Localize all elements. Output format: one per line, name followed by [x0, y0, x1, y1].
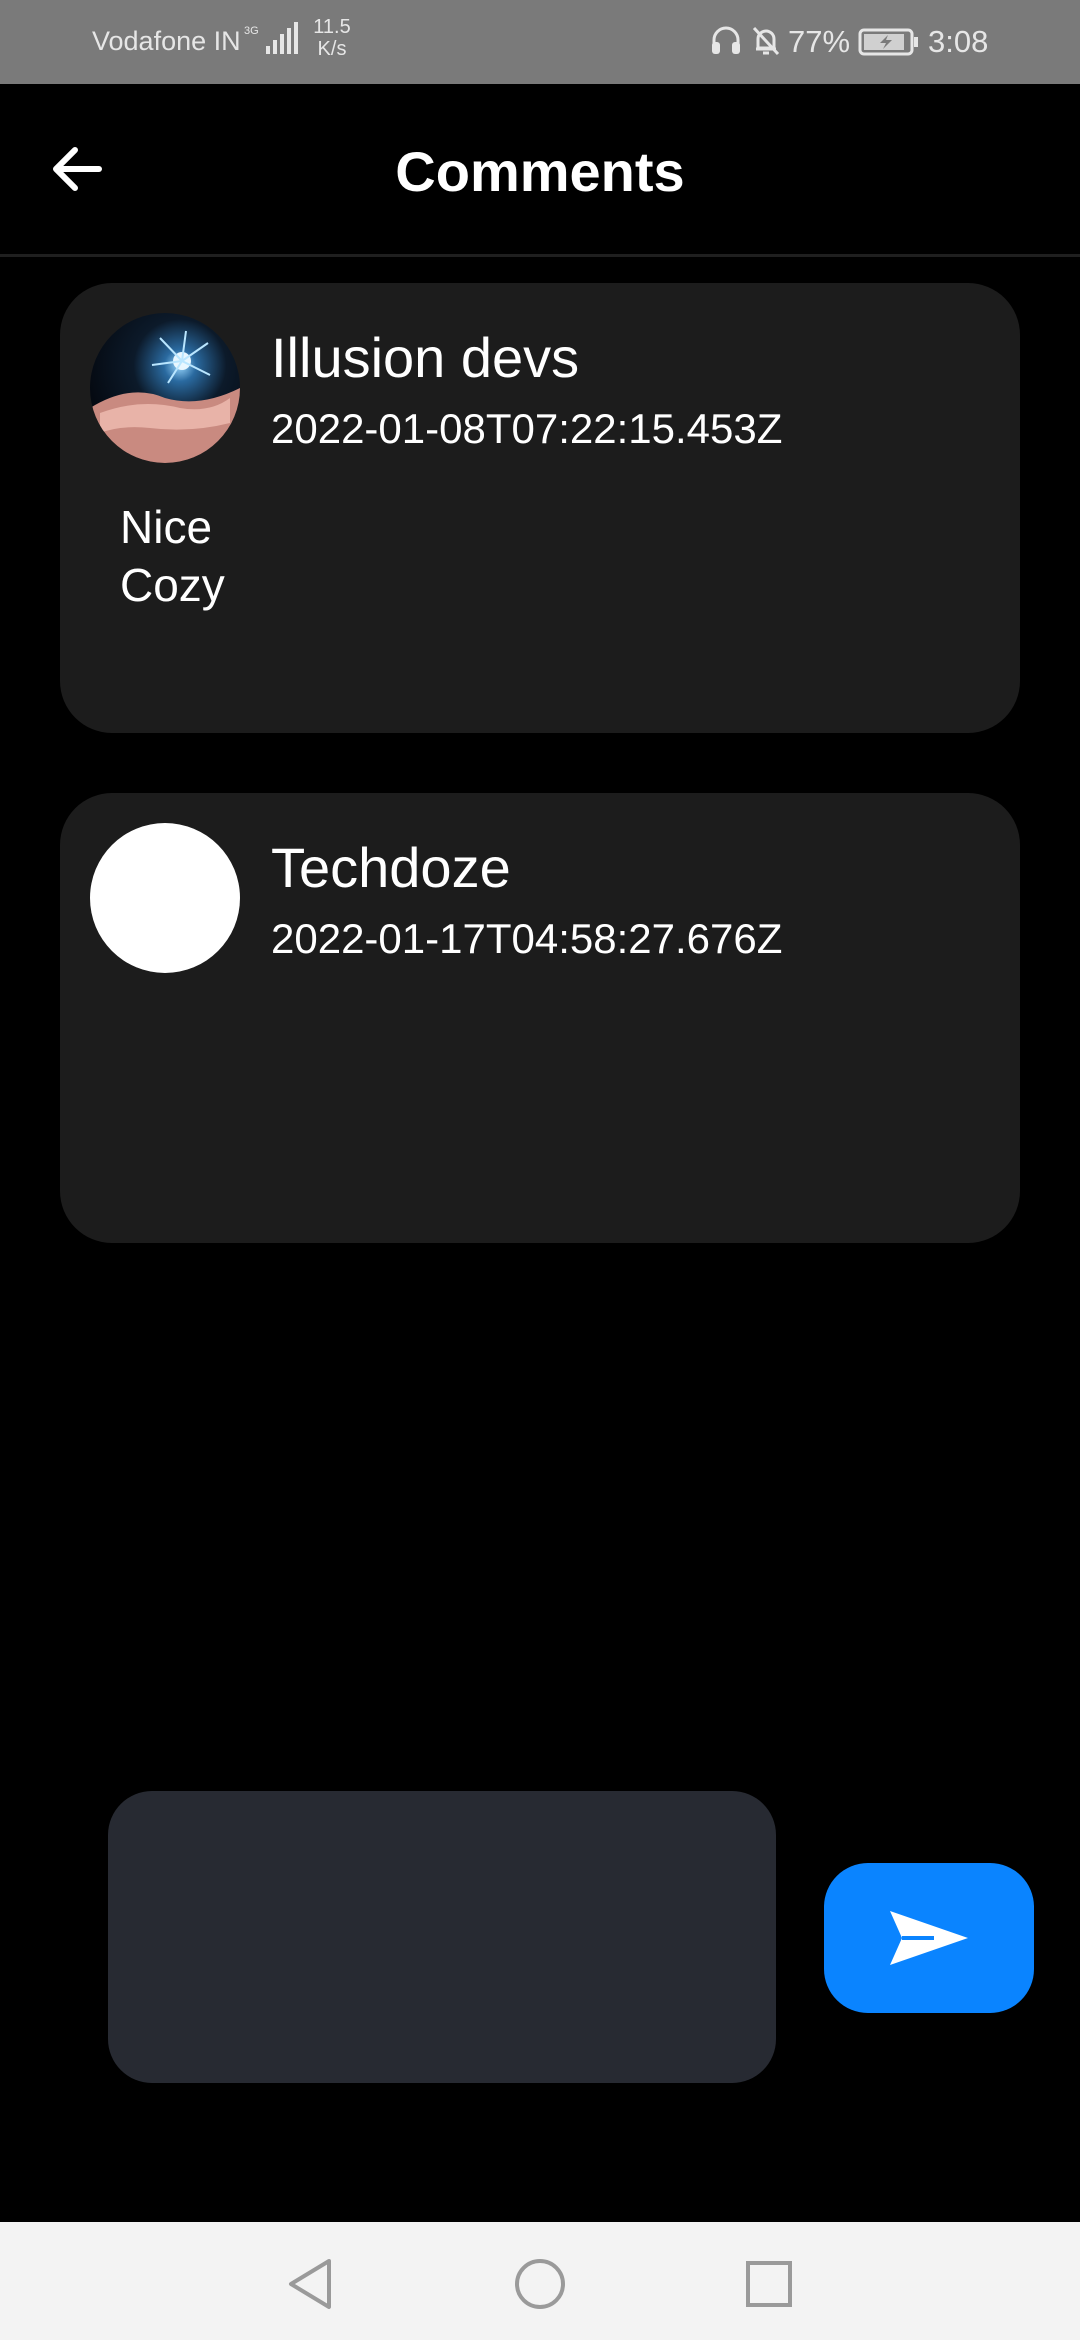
nav-recents-button[interactable]	[741, 2256, 797, 2312]
comment-text-line: Nice	[120, 501, 213, 553]
battery-percent: 77%	[788, 24, 851, 59]
battery-charging-icon	[858, 27, 920, 62]
comment-date: 2022-01-17T04:58:27.676Z	[271, 915, 783, 962]
net-speed: 11.5 K/s	[306, 16, 358, 60]
network-type-label: 3G	[244, 25, 259, 37]
comment-date: 2022-01-08T07:22:15.453Z	[271, 405, 783, 452]
signal-icon: 3G	[244, 22, 300, 63]
status-bar: Vodafone IN 3G 11.5 K/s 77% 3:08	[0, 0, 1080, 84]
comment-author: Illusion devs	[271, 326, 580, 389]
headset-icon	[710, 24, 742, 63]
comment-text-line: Cozy	[120, 559, 225, 611]
nav-back-icon	[289, 2259, 331, 2309]
comment-text: Nice Cozy	[120, 498, 520, 614]
send-icon	[890, 1911, 968, 1965]
comment-author: Techdoze	[271, 836, 511, 899]
nav-bar	[0, 2222, 1080, 2340]
avatar[interactable]	[90, 313, 240, 463]
send-button[interactable]	[824, 1863, 1034, 2013]
nav-recents-icon	[746, 2261, 792, 2307]
nav-back-button[interactable]	[282, 2256, 338, 2312]
nav-home-icon	[515, 2259, 565, 2309]
avatar[interactable]	[90, 823, 240, 973]
page-title: Comments	[395, 140, 685, 203]
comment-card: Techdoze 2022-01-17T04:58:27.676Z	[60, 793, 1020, 1243]
carrier-label: Vodafone IN	[92, 26, 241, 56]
speed-value: 11.5	[313, 16, 351, 38]
speed-unit: K/s	[317, 38, 347, 60]
nav-home-button[interactable]	[512, 2256, 568, 2312]
avatar-photo-icon	[90, 330, 240, 463]
comment-card: Illusion devs 2022-01-08T07:22:15.453Z N…	[60, 283, 1020, 733]
bell-off-icon	[750, 24, 782, 63]
clock: 3:08	[928, 24, 989, 59]
comment-input[interactable]	[108, 1791, 776, 2083]
app-header: Comments	[0, 84, 1080, 257]
